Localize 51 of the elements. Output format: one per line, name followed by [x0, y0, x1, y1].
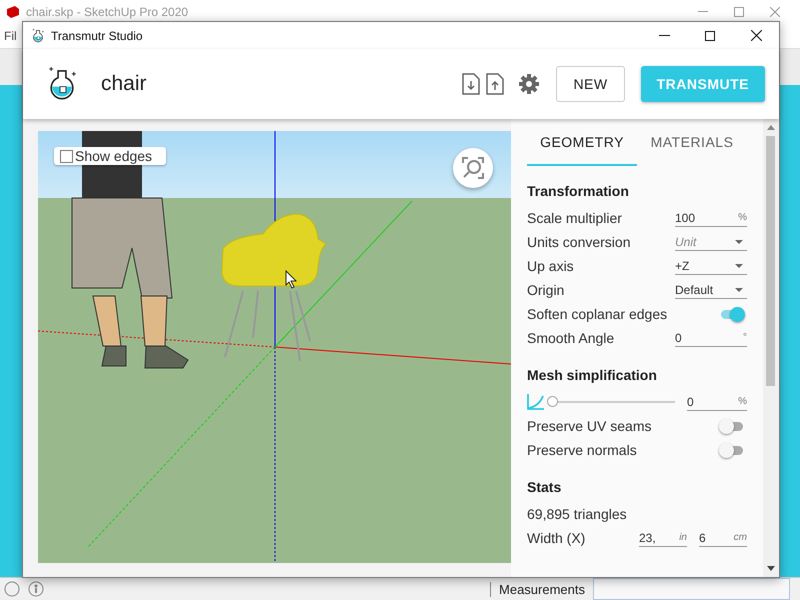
field-label: Units conversion — [527, 234, 630, 250]
toggle-label: Preserve normals — [527, 442, 637, 458]
text-input[interactable]: 23, in — [639, 529, 687, 547]
close-icon — [750, 30, 762, 41]
text-input[interactable]: 0 ° — [675, 329, 747, 347]
caret-icon — [735, 288, 743, 292]
curve-icon — [527, 394, 545, 410]
field-label: Smooth Angle — [527, 330, 614, 346]
stats-text: 69,895 triangles — [527, 506, 627, 522]
zoom-extents-icon — [462, 157, 484, 179]
slider-thumb[interactable] — [547, 396, 558, 407]
section-title: Mesh simplification — [527, 367, 658, 383]
caret-icon — [735, 264, 743, 268]
minimize-icon — [658, 35, 670, 36]
menu-item[interactable]: Fil — [4, 29, 17, 43]
section-title: Transformation — [527, 183, 630, 199]
toggle-label: Preserve UV seams — [527, 418, 652, 434]
field-label: Origin — [527, 282, 564, 298]
tab[interactable]: GEOMETRY — [527, 119, 637, 166]
dropdown[interactable]: +Z — [675, 257, 747, 275]
new-button[interactable]: NEW — [556, 66, 625, 102]
file-name: chair — [101, 72, 147, 96]
field-label: Up axis — [527, 258, 574, 274]
flask-logo-icon — [31, 28, 45, 44]
toggle-switch[interactable] — [721, 422, 743, 430]
caret-icon — [735, 240, 743, 244]
field-label: Width (X) — [527, 530, 586, 546]
minimize-icon — [698, 11, 708, 13]
dialog-title: Transmutr Studio — [51, 28, 143, 42]
close-icon — [770, 7, 780, 17]
dropdown[interactable]: Default — [675, 281, 747, 299]
text-input[interactable]: 100 % — [675, 209, 747, 227]
field-label: Scale multiplier — [527, 210, 622, 226]
export-file-icon[interactable] — [486, 73, 504, 95]
toggle-switch[interactable] — [721, 446, 743, 454]
app-logo-icon — [6, 5, 20, 19]
text-input[interactable]: 0 % — [687, 393, 747, 411]
settings-icon[interactable] — [518, 73, 540, 95]
measurements-field[interactable] — [593, 578, 790, 600]
scrollbar[interactable] — [763, 119, 778, 577]
maximize-icon — [705, 30, 715, 40]
section-title: Stats — [527, 479, 562, 495]
toggle-switch[interactable] — [721, 310, 743, 318]
window-title: chair.skp - SketchUp Pro 2020 — [26, 5, 188, 19]
status-label: Measurements — [490, 582, 585, 596]
text-input[interactable]: 6 cm — [699, 529, 747, 547]
maximize-icon — [734, 7, 744, 17]
tab[interactable]: MATERIALS — [637, 119, 747, 166]
import-file-icon[interactable] — [462, 73, 480, 95]
toggle-label: Soften coplanar edges — [527, 306, 668, 322]
show-edges-checkbox[interactable]: Show edges — [54, 147, 166, 165]
